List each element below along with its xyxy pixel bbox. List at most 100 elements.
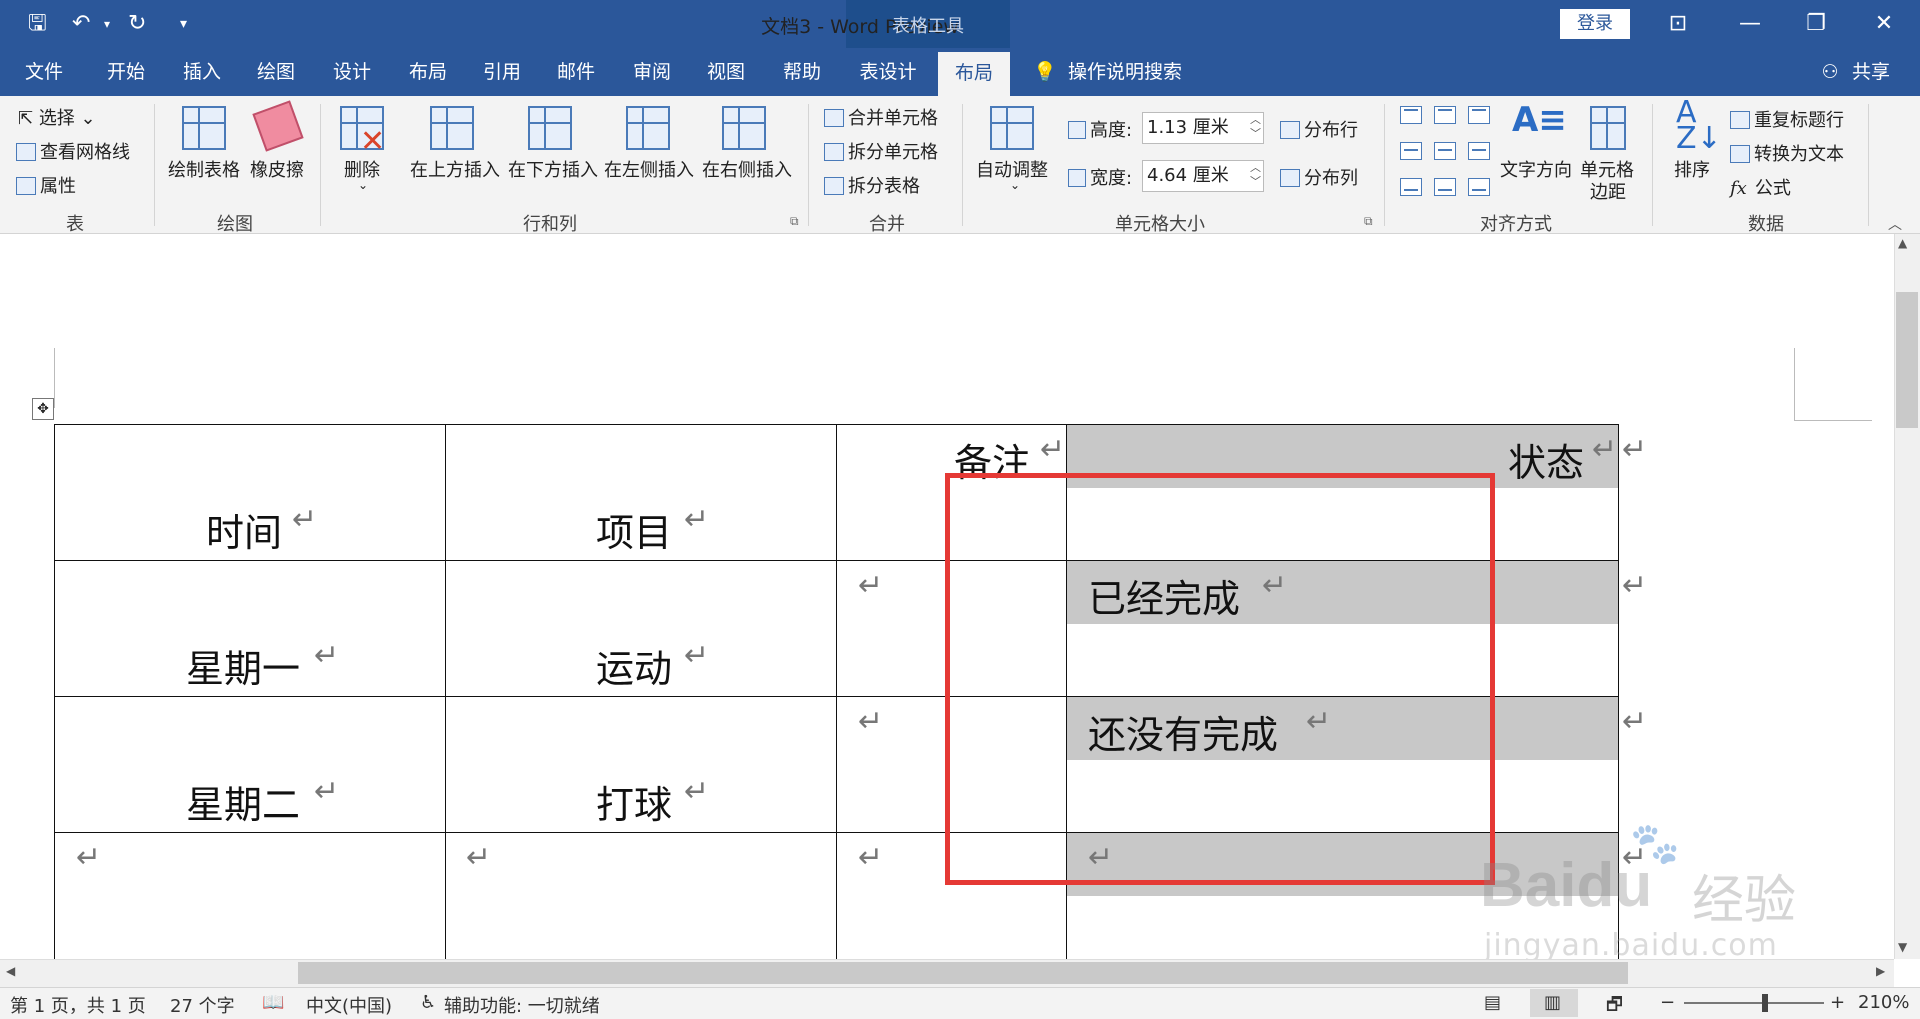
zoom-out-icon[interactable]: − [1660,992,1675,1013]
align-middle-left-icon[interactable] [1400,142,1422,160]
tab-file[interactable]: 文件 [14,48,74,96]
align-bottom-center-icon[interactable] [1434,178,1456,196]
tell-me-search[interactable]: 操作说明搜索 [1068,48,1198,96]
autofit-icon[interactable] [990,106,1034,150]
align-middle-right-icon[interactable] [1468,142,1490,160]
tab-home[interactable]: 开始 [96,48,156,96]
tab-help[interactable]: 帮助 [772,48,832,96]
save-icon[interactable]: 🖫 [28,10,47,38]
align-top-left-icon[interactable] [1400,106,1422,124]
insert-above-button[interactable]: 在上方插入 [410,156,500,182]
height-spinner-icon[interactable]: ︿ ﹀ [1250,113,1261,141]
convert-to-text-button[interactable]: 转换为文本 [1730,140,1844,166]
web-layout-icon[interactable]: 🗗 [1606,992,1623,1019]
distribute-rows-button[interactable]: 分布行 [1280,116,1358,142]
insert-above-icon[interactable] [430,106,474,150]
watermark-cn: 经验 [1692,871,1797,931]
repeat-header-button[interactable]: 重复标题行 [1730,106,1844,132]
close-icon[interactable]: ✕ [1864,8,1904,40]
text-direction-icon[interactable]: A≡ [1512,100,1567,140]
tab-table-design[interactable]: 表设计 [852,48,924,96]
page-count[interactable]: 第 1 页，共 1 页 [10,992,146,1018]
zoom-slider-thumb[interactable] [1762,994,1768,1012]
zoom-in-icon[interactable]: + [1830,992,1845,1013]
distribute-cols-button[interactable]: 分布列 [1280,164,1358,190]
table-cell[interactable] [445,832,837,972]
ribbon-display-icon[interactable]: ⊡ [1658,8,1698,40]
scroll-left-icon[interactable]: ◀ [6,964,15,978]
redo-icon[interactable]: ↻ [128,10,146,38]
split-table-icon [824,177,844,195]
scroll-up-icon[interactable]: ▲ [1898,236,1907,250]
tab-mailings[interactable]: 邮件 [546,48,606,96]
align-top-right-icon[interactable] [1468,106,1490,124]
language[interactable]: 中文(中国) [306,992,392,1018]
insert-below-icon[interactable] [528,106,572,150]
width-spinner-icon[interactable]: ︿ ﹀ [1250,161,1261,189]
merge-cells-button[interactable]: 合并单元格 [824,104,938,130]
height-input[interactable]: 1.13 厘米 ︿ ﹀ [1142,112,1264,144]
split-cells-button[interactable]: 拆分单元格 [824,138,938,164]
insert-below-button[interactable]: 在下方插入 [508,156,598,182]
share-button[interactable]: 共享 [1846,48,1896,96]
scroll-right-icon[interactable]: ▶ [1876,964,1885,978]
group-label-alignment: 对齐方式 [1480,214,1552,235]
word-count[interactable]: 27 个字 [170,992,235,1018]
gridlines-button[interactable]: 查看网格线 [16,138,130,164]
dialog-launcher-icon[interactable]: ⧉ [790,214,799,229]
insert-right-icon[interactable] [722,106,766,150]
highlight-box [945,473,1495,885]
minimize-icon[interactable]: — [1730,8,1770,40]
sort-button[interactable]: 排序 [1674,156,1710,182]
horizontal-scroll-thumb[interactable] [298,962,1628,984]
customize-qa-icon[interactable]: ▾ [180,10,187,38]
zoom-slider[interactable] [1684,1002,1824,1004]
tab-references[interactable]: 引用 [472,48,532,96]
row2-day: 星期二 [186,783,301,827]
tab-design[interactable]: 设计 [322,48,382,96]
collapse-ribbon-icon[interactable]: ︿ [1888,214,1902,234]
sort-icon[interactable]: A Z↓ [1676,98,1722,154]
tab-insert[interactable]: 插入 [172,48,232,96]
read-mode-icon[interactable]: ▤ [1484,992,1501,1013]
tab-draw[interactable]: 绘图 [246,48,306,96]
accessibility-status[interactable]: 辅助功能: 一切就绪 [444,992,600,1018]
cell-margins-icon[interactable] [1590,106,1626,150]
properties-label: 属性 [40,176,76,197]
cell-size-launcher-icon[interactable]: ⧉ [1364,214,1373,229]
login-button[interactable]: 登录 [1560,9,1630,39]
eraser-button[interactable]: 橡皮擦 [250,156,304,182]
split-table-button[interactable]: 拆分表格 [824,172,920,198]
width-label: 宽度: [1068,164,1132,190]
restore-icon[interactable]: ❐ [1796,8,1836,40]
print-layout-icon[interactable]: ▥ [1544,992,1561,1013]
cell-margins-button-line2[interactable]: 边距 [1590,178,1626,204]
insert-left-button[interactable]: 在左侧插入 [604,156,694,182]
table-cell[interactable] [54,832,446,972]
align-bottom-left-icon[interactable] [1400,178,1422,196]
gridlines-label: 查看网格线 [40,142,130,163]
formula-button[interactable]: fx 公式 [1730,174,1791,200]
tab-view[interactable]: 视图 [696,48,756,96]
scroll-down-icon[interactable]: ▼ [1898,940,1907,954]
undo-icon[interactable]: ↶ [72,10,90,38]
tab-layout[interactable]: 布局 [398,48,458,96]
text-direction-button[interactable]: 文字方向 [1500,156,1572,182]
draw-table-icon[interactable] [182,106,226,150]
insert-left-icon[interactable] [626,106,670,150]
table-move-handle-icon[interactable]: ✥ [32,398,54,420]
draw-table-button[interactable]: 绘制表格 [168,156,240,182]
select-button[interactable]: ⇱ 选择 ⌄ [18,104,96,130]
align-top-center-icon[interactable] [1434,106,1456,124]
align-bottom-right-icon[interactable] [1468,178,1490,196]
undo-dropdown-icon[interactable]: ▾ [104,10,110,38]
properties-button[interactable]: 属性 [16,172,76,198]
insert-right-button[interactable]: 在右侧插入 [702,156,792,182]
zoom-level[interactable]: 210% [1858,992,1909,1013]
tab-review[interactable]: 审阅 [622,48,682,96]
width-input[interactable]: 4.64 厘米 ︿ ﹀ [1142,160,1264,192]
vertical-scroll-thumb[interactable] [1896,292,1918,428]
align-middle-center-icon[interactable] [1434,142,1456,160]
tab-table-layout[interactable]: 布局 [938,52,1010,96]
proofing-icon[interactable]: 📖 [262,992,284,1013]
